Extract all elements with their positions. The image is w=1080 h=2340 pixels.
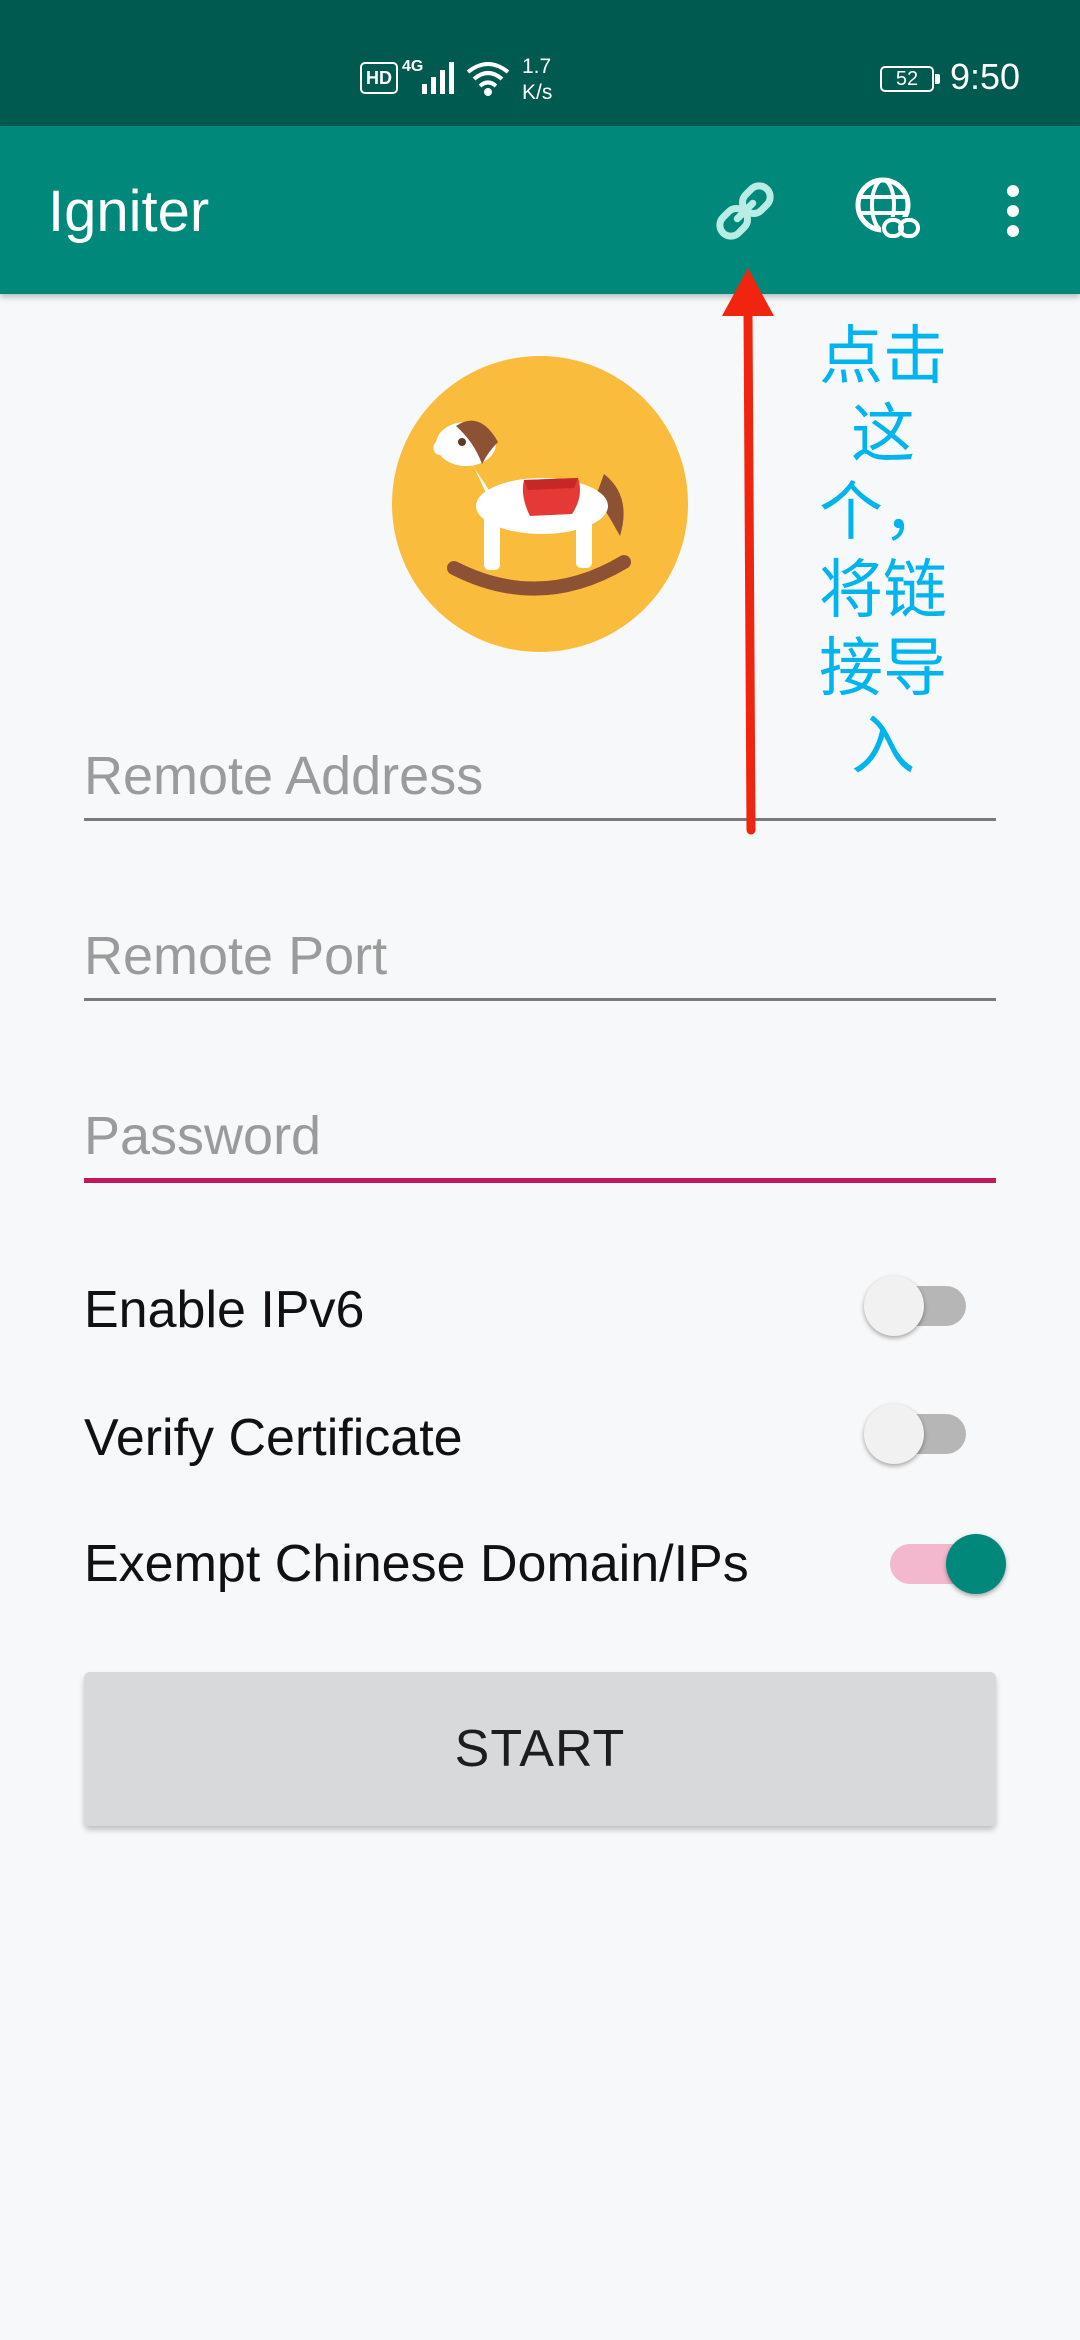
password-underline — [84, 1178, 996, 1183]
network-speed: 1.7 K/s — [522, 54, 582, 106]
verify-certificate-label: Verify Certificate — [84, 1409, 463, 1467]
rocking-horse-logo — [392, 356, 688, 652]
exempt-chinese-label: Exempt Chinese Domain/IPs — [84, 1535, 749, 1593]
password-input[interactable] — [84, 1096, 996, 1176]
battery-icon: 52 — [880, 66, 940, 92]
annotation-text: 点击这个，将链接导入 — [819, 320, 947, 784]
subscribe-link-button[interactable] — [842, 166, 932, 256]
signal-icon — [422, 62, 454, 94]
remote-address-underline — [84, 818, 996, 821]
hd-icon: HD — [360, 62, 398, 94]
switch-thumb — [864, 1404, 924, 1464]
speed-unit: K/s — [522, 81, 553, 104]
app-title: Igniter — [48, 179, 210, 244]
clock: 9:50 — [950, 56, 1021, 97]
more-vert-icon — [1007, 185, 1019, 237]
link-icon — [716, 182, 774, 240]
status-bar: HD 4G 1.7 K/s 52 9:50 — [0, 0, 1080, 126]
globe-link-icon — [855, 177, 921, 241]
switch-thumb — [946, 1534, 1006, 1594]
start-button[interactable]: START — [84, 1672, 996, 1826]
overflow-menu-button[interactable] — [968, 166, 1058, 256]
import-link-button[interactable] — [700, 166, 790, 256]
annotation-arrow — [722, 268, 774, 835]
exempt-chinese-switch[interactable] — [890, 1524, 1006, 1604]
enable-ipv6-label: Enable IPv6 — [84, 1281, 365, 1339]
verify-certificate-switch[interactable] — [864, 1394, 966, 1474]
switch-thumb — [864, 1276, 924, 1336]
remote-address-input[interactable] — [84, 736, 996, 816]
enable-ipv6-switch[interactable] — [864, 1266, 966, 1346]
remote-port-input[interactable] — [84, 916, 996, 996]
app-bar: Igniter — [0, 126, 1080, 294]
remote-port-underline — [84, 998, 996, 1001]
speed-value: 1.7 — [522, 55, 552, 78]
wifi-icon — [466, 62, 510, 96]
